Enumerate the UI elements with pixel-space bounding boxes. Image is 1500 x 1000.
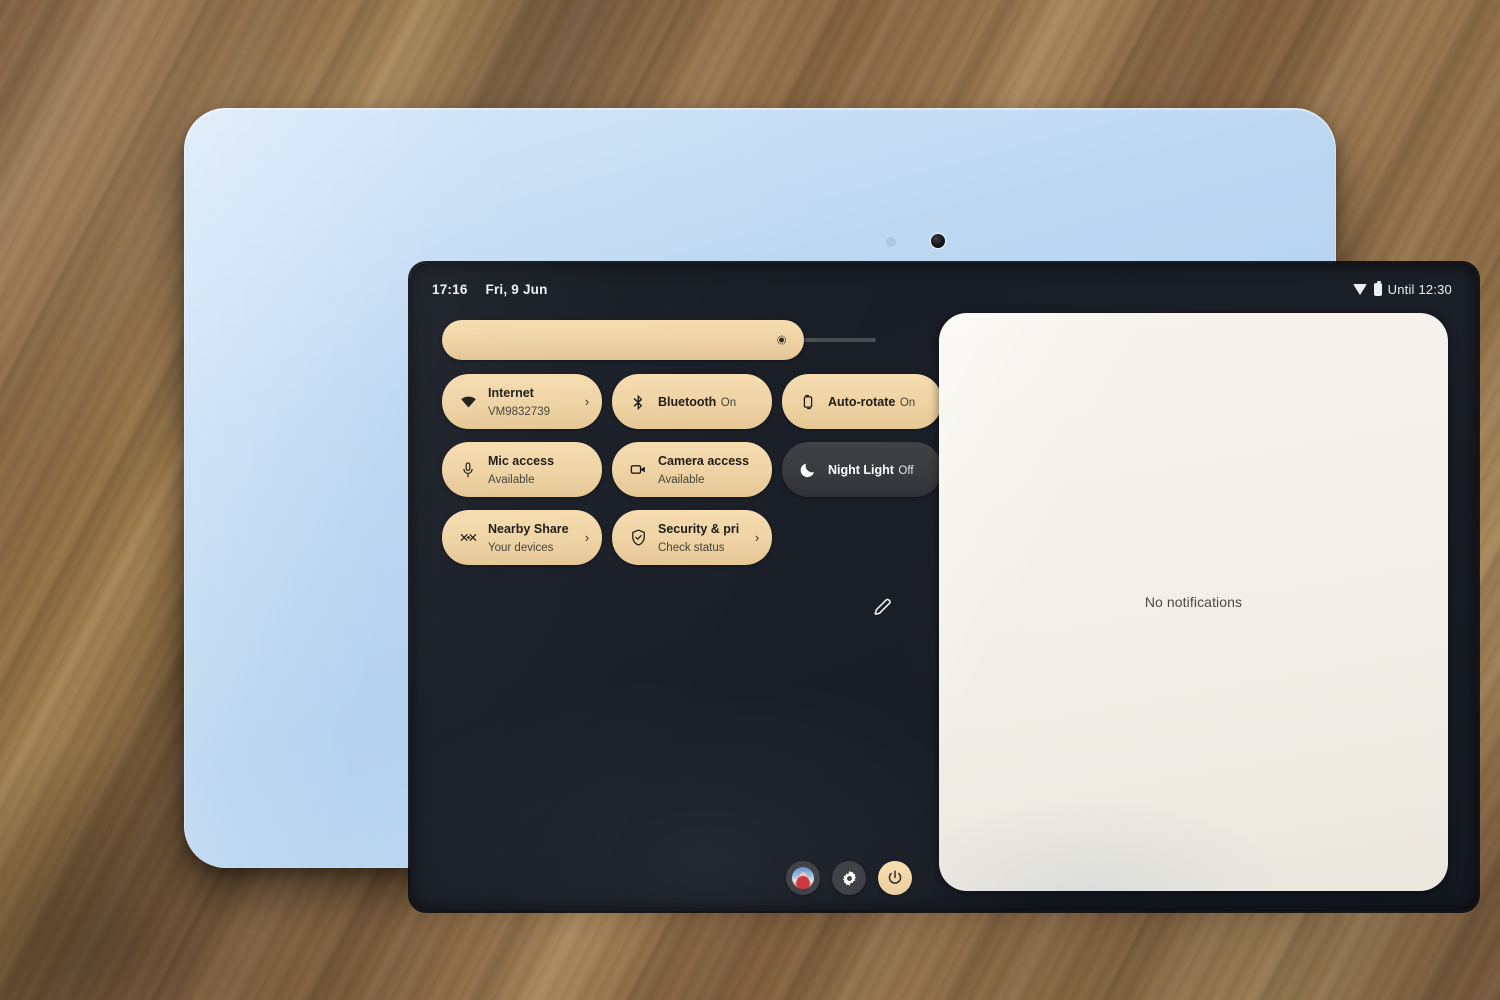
microphone-icon [458,460,478,480]
tile-title: Bluetooth [658,394,717,409]
tile-auto-rotate[interactable]: Auto-rotate On [782,374,942,429]
tile-bluetooth[interactable]: Bluetooth On [612,374,772,429]
avatar [792,867,814,889]
wifi-icon [1352,283,1368,295]
tile-subtitle: Check status [658,541,725,554]
tile-nearby-share-text: Nearby Share Your devices [488,520,580,556]
chevron-right-icon[interactable]: › [580,394,594,409]
tile-mic-access-text: Mic access Available [488,452,594,488]
tile-title: Security & pri [658,521,740,536]
battery-status-text: Until 12:30 [1387,281,1452,297]
tile-title: Night Light [828,462,894,477]
tile-title: Internet [488,385,534,400]
chevron-right-icon[interactable]: › [750,530,764,545]
tablet-screen: 17:16 Fri, 9 Jun Until 12:30 Internet VM… [410,263,1478,911]
status-bar: 17:16 Fri, 9 Jun Until 12:30 [410,263,1478,315]
tile-security-privacy[interactable]: Security & pri Check status › [612,510,772,565]
status-bar-left: 17:16 Fri, 9 Jun [432,282,548,297]
tile-camera-access[interactable]: Camera access Available [612,442,772,497]
tile-internet-text: Internet VM9832739 [488,384,580,420]
notifications-panel[interactable]: No notifications [939,313,1448,891]
tile-security-privacy-text: Security & pri Check status [658,520,750,556]
gear-icon [842,870,856,886]
tile-subtitle: On [899,396,916,409]
brightness-slider-remainder[interactable] [804,338,876,342]
power-icon [888,870,902,884]
quick-settings-panel: Internet VM9832739 › Bluetooth On Auto-r… [442,319,942,565]
quick-settings-row-1: Internet VM9832739 › Bluetooth On Auto-r… [442,374,942,429]
brightness-slider-track[interactable] [442,320,804,360]
tile-subtitle: Your devices [488,541,554,554]
settings-button[interactable] [832,861,866,895]
battery-icon [1373,280,1382,296]
pencil-edit-icon[interactable] [872,596,894,618]
auto-rotate-icon [798,392,818,412]
wifi-icon [458,392,478,412]
moon-icon [798,460,818,480]
tablet-device: 17:16 Fri, 9 Jun Until 12:30 Internet VM… [184,108,1478,911]
shield-check-icon [628,528,648,548]
quick-settings-row-3: Nearby Share Your devices › Security & p… [442,510,942,565]
power-button[interactable] [878,861,912,895]
nearby-share-icon [458,528,478,548]
tile-camera-access-text: Camera access Available [658,452,764,488]
brightness-icon [776,335,787,345]
tile-bluetooth-text: Bluetooth On [658,393,764,411]
tile-internet[interactable]: Internet VM9832739 › [442,374,602,429]
no-notifications-text: No notifications [1144,594,1243,610]
tile-title: Nearby Share [488,521,569,536]
tile-title: Auto-rotate [828,394,896,409]
tile-night-light[interactable]: Night Light Off [782,442,942,497]
tile-auto-rotate-text: Auto-rotate On [828,393,934,411]
bluetooth-icon [628,392,648,412]
user-avatar-button[interactable] [786,861,820,895]
tile-mic-access[interactable]: Mic access Available [442,442,602,497]
camera-icon [628,460,648,480]
tile-title: Camera access [658,453,750,468]
tile-subtitle: VM9832739 [488,405,551,418]
tile-subtitle: On [720,396,737,409]
front-camera-icon [931,234,945,248]
tile-subtitle: Off [898,464,914,477]
tile-night-light-text: Night Light Off [828,461,934,479]
status-bar-right: Until 12:30 [1352,280,1452,297]
tile-title: Mic access [488,453,555,468]
ambient-sensor-icon [886,237,896,247]
status-time: 17:16 [432,281,468,297]
quick-settings-row-2: Mic access Available Camera access Avail… [442,442,942,497]
tile-subtitle: Available [488,473,535,486]
status-date: Fri, 9 Jun [485,281,548,297]
tile-nearby-share[interactable]: Nearby Share Your devices › [442,510,602,565]
tile-subtitle: Available [658,473,705,486]
chevron-right-icon[interactable]: › [580,530,594,545]
brightness-slider[interactable] [442,319,942,361]
quick-settings-footer [786,861,912,895]
